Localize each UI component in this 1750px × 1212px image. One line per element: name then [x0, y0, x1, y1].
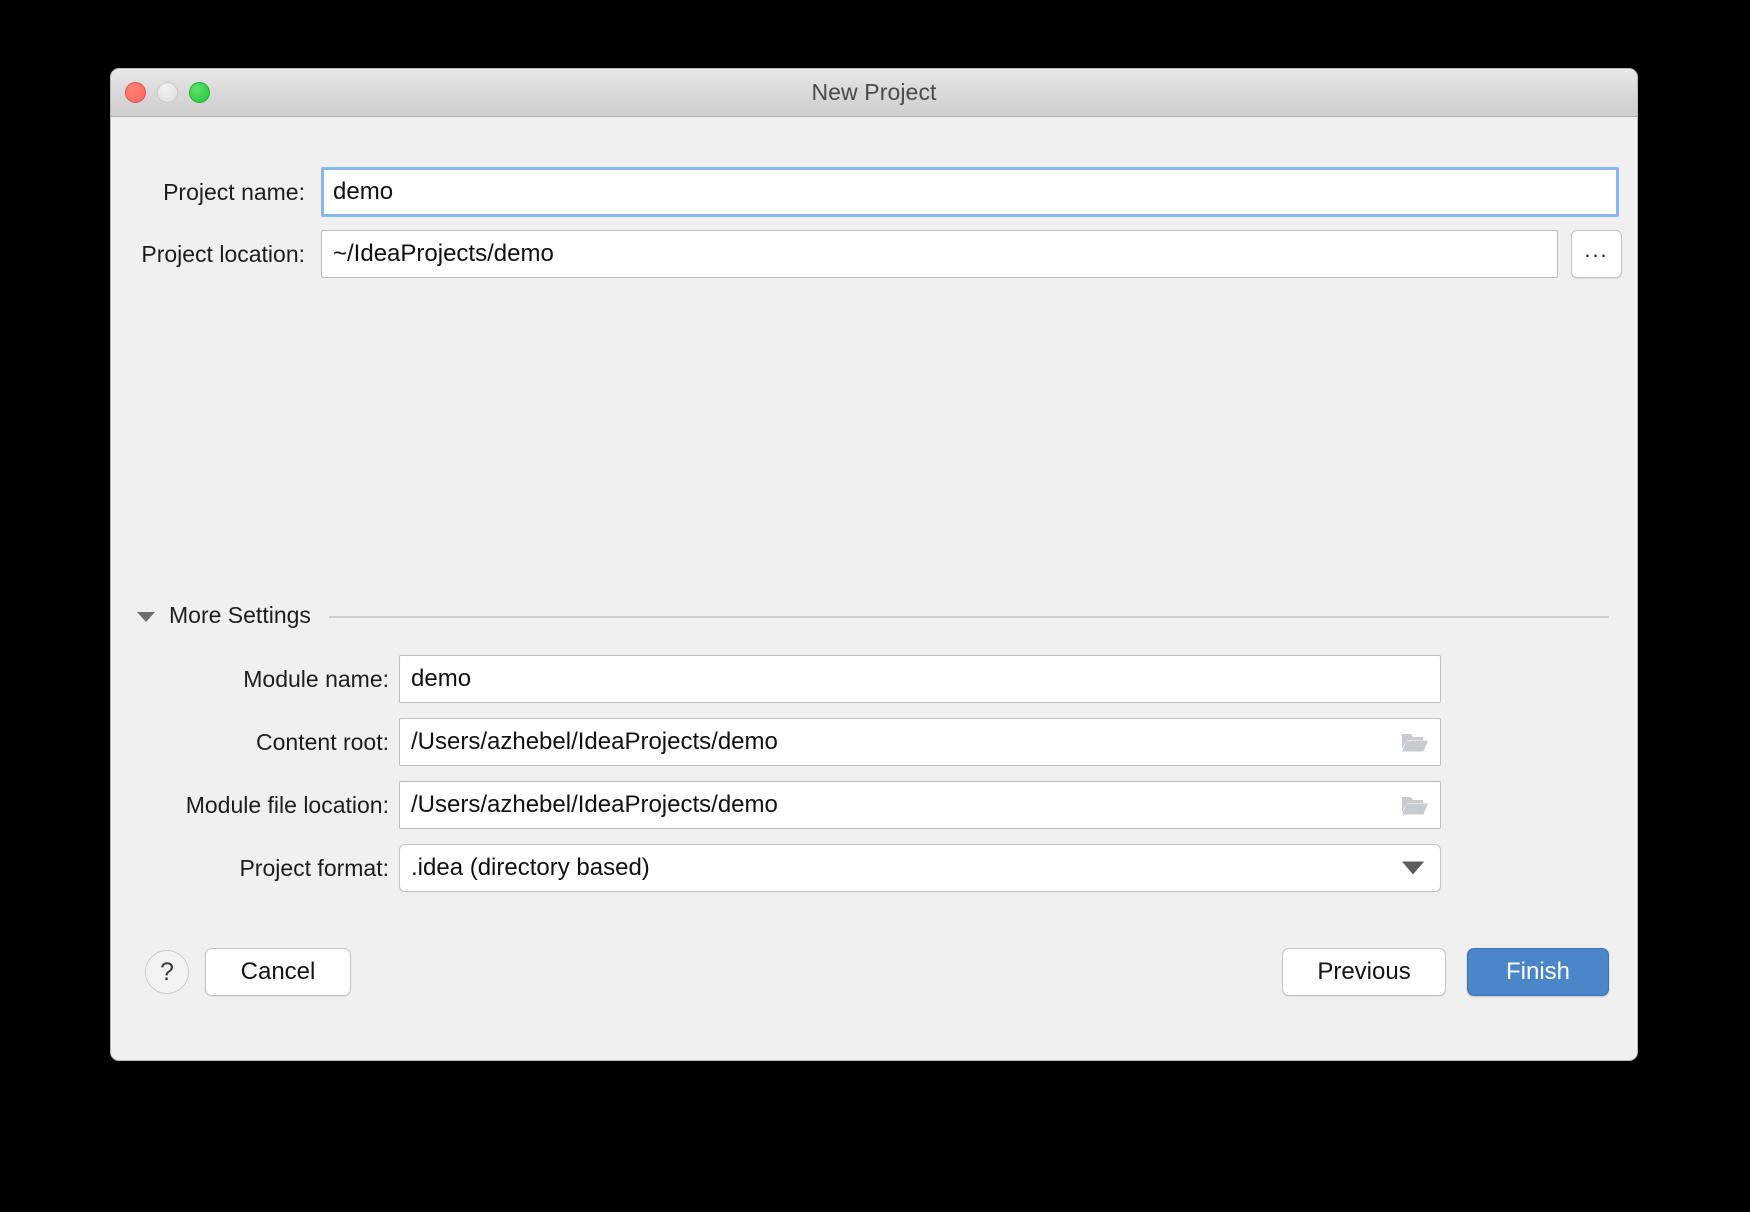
section-divider [328, 616, 1609, 618]
module-name-input[interactable]: demo [399, 655, 1441, 703]
project-name-label: Project name: [163, 178, 305, 205]
maximize-window-button[interactable] [189, 82, 210, 103]
module-file-location-row: Module file location: /Users/azhebel/Ide… [111, 781, 1637, 829]
folder-icon[interactable] [1401, 794, 1429, 816]
module-name-value: demo [411, 665, 472, 692]
chevron-down-icon [1402, 861, 1424, 875]
minimize-window-button[interactable] [157, 82, 178, 103]
project-name-value: demo [333, 178, 394, 205]
close-window-button[interactable] [125, 82, 146, 103]
window-controls [125, 69, 210, 116]
project-location-label: Project location: [141, 240, 305, 267]
project-format-row: Project format: .idea (directory based) [111, 844, 1637, 892]
more-settings-header[interactable]: More Settings [137, 602, 1609, 629]
module-file-location-label: Module file location: [185, 791, 389, 818]
content-root-row: Content root: /Users/azhebel/IdeaProject… [111, 718, 1637, 766]
module-file-location-value: /Users/azhebel/IdeaProjects/demo [411, 791, 778, 818]
title-bar: New Project [111, 69, 1637, 117]
dialog-body: Project name: demo Project location: ~/I… [111, 117, 1637, 1060]
content-root-field-wrap: /Users/azhebel/IdeaProjects/demo [399, 718, 1441, 766]
content-root-input[interactable]: /Users/azhebel/IdeaProjects/demo [399, 718, 1441, 766]
help-button[interactable]: ? [145, 950, 189, 994]
project-format-select[interactable]: .idea (directory based) [399, 844, 1441, 892]
project-format-label: Project format: [239, 854, 389, 881]
chevron-down-icon [137, 612, 155, 622]
content-root-value: /Users/azhebel/IdeaProjects/demo [411, 728, 778, 755]
project-location-input[interactable]: ~/IdeaProjects/demo [321, 230, 1558, 278]
content-root-label: Content root: [256, 728, 389, 755]
previous-button[interactable]: Previous [1282, 948, 1446, 996]
project-name-input[interactable]: demo [321, 167, 1619, 217]
project-name-row: Project name: demo [111, 167, 1637, 217]
project-location-value: ~/IdeaProjects/demo [333, 240, 554, 267]
project-location-row: Project location: ~/IdeaProjects/demo ..… [111, 230, 1637, 278]
module-name-row: Module name: demo [111, 655, 1637, 703]
project-format-value: .idea (directory based) [411, 854, 650, 881]
module-file-location-input[interactable]: /Users/azhebel/IdeaProjects/demo [399, 781, 1441, 829]
module-name-field-wrap: demo [399, 655, 1441, 703]
folder-icon[interactable] [1401, 731, 1429, 753]
finish-button[interactable]: Finish [1467, 948, 1609, 996]
screen: New Project Project name: demo Project l… [0, 0, 1750, 1212]
new-project-dialog: New Project Project name: demo Project l… [110, 68, 1638, 1061]
module-file-location-field-wrap: /Users/azhebel/IdeaProjects/demo [399, 781, 1441, 829]
dialog-footer: ? Cancel Previous Finish [111, 937, 1637, 1007]
module-name-label: Module name: [243, 665, 389, 692]
browse-ellipsis-button[interactable]: ... [1571, 230, 1622, 278]
more-settings-label: More Settings [169, 602, 311, 628]
cancel-button[interactable]: Cancel [205, 948, 351, 996]
window-title: New Project [811, 79, 937, 105]
